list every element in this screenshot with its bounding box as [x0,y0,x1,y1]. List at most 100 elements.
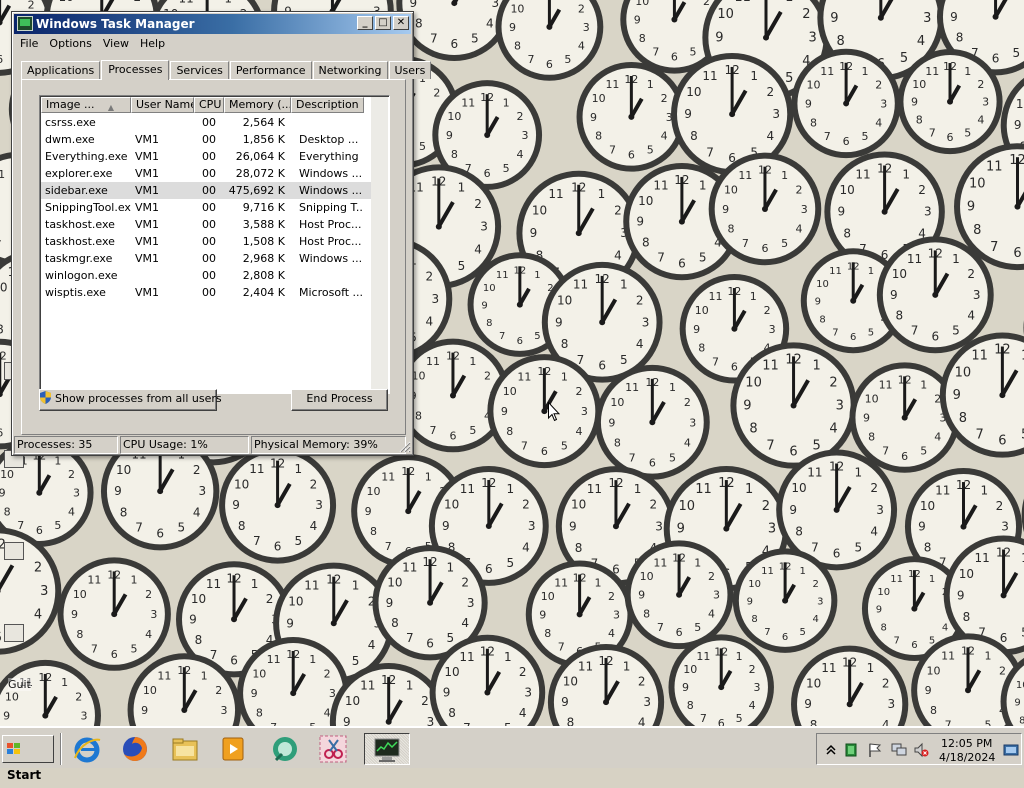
svg-text:4: 4 [812,614,818,625]
snipping-tool-icon[interactable] [316,733,350,765]
svg-text:9: 9 [693,323,700,336]
tab-networking[interactable]: Networking [313,61,388,79]
svg-text:3: 3 [199,484,207,498]
task-manager-window[interactable]: Windows Task Manager _ □ ✕ File Options … [11,11,414,456]
firefox-icon[interactable] [118,733,152,765]
tab-services[interactable]: Services [170,61,228,79]
uac-shield-icon [40,391,51,404]
task-manager-icon[interactable] [364,733,410,765]
column-header-cpu[interactable]: CPU [194,97,224,113]
internet-explorer-icon[interactable] [70,733,104,765]
svg-text:6: 6 [36,524,43,537]
column-header-user[interactable]: User Name [131,97,194,113]
clock-face: 123456789101112 [709,153,822,266]
svg-text:10: 10 [447,110,461,123]
svg-text:3: 3 [491,0,499,10]
network-icon[interactable] [891,742,907,758]
svg-text:7: 7 [527,53,534,66]
svg-text:3: 3 [1001,520,1009,534]
svg-text:5: 5 [800,627,806,638]
svg-text:1: 1 [251,577,259,591]
process-row[interactable]: Everything.exeVM10026,064 KEverything [41,148,371,165]
menu-file[interactable]: File [16,35,45,53]
start-button[interactable]: Start [2,735,54,763]
show-hidden-icons-icon[interactable] [823,742,839,758]
tab-users[interactable]: Users [389,61,432,79]
volume-muted-icon[interactable] [913,742,929,758]
svg-text:5: 5 [503,162,510,175]
svg-text:11: 11 [653,556,667,569]
media-player-icon[interactable] [216,733,250,765]
action-center-flag-icon[interactable] [867,742,883,758]
minimize-button[interactable]: _ [357,16,373,30]
process-row[interactable]: explorer.exeVM10028,072 KWindows ... [41,165,371,182]
svg-text:8: 8 [956,31,964,45]
show-all-processes-button[interactable]: Show processes from all users [39,389,217,411]
process-list[interactable]: Image ... ▲ User Name CPU Memory (... De… [39,95,390,394]
status-tray-icon[interactable] [843,742,859,758]
menu-view[interactable]: View [99,35,136,53]
desktop-shortcut-icon[interactable] [0,622,30,650]
column-header-description[interactable]: Description [291,97,364,113]
close-button[interactable]: ✕ [393,16,409,30]
menu-help[interactable]: Help [136,35,172,53]
svg-text:10: 10 [143,684,157,697]
tab-applications[interactable]: Applications [21,61,100,79]
process-cell-image: csrss.exe [41,114,131,131]
process-cell-memory: 1,508 K [224,233,291,250]
tab-performance[interactable]: Performance [230,61,312,79]
svg-text:9: 9 [71,608,78,621]
explorer-folder-icon[interactable] [168,733,202,765]
clock-date[interactable]: 4/18/2024 [939,751,995,764]
process-row[interactable]: csrss.exe002,564 K [41,114,371,131]
resize-grip-icon[interactable] [399,441,411,453]
svg-text:7: 7 [253,534,261,548]
title-bar[interactable]: Windows Task Manager _ □ ✕ [14,14,411,34]
svg-text:1: 1 [224,0,232,6]
menu-options[interactable]: Options [45,35,98,53]
desktop-shortcut-icon[interactable] [0,540,30,568]
svg-text:6: 6 [782,632,788,643]
column-header-memory[interactable]: Memory (... [224,97,291,113]
process-row[interactable]: wisptis.exeVM1002,404 KMicrosoft ... [41,284,371,301]
svg-text:3: 3 [221,704,228,717]
process-cell-description: Windows ... [291,165,364,182]
process-row[interactable]: dwm.exeVM1001,856 KDesktop ... [41,131,371,148]
svg-text:11: 11 [907,252,922,266]
svg-text:2: 2 [638,675,646,689]
process-row[interactable]: taskhost.exeVM1003,588 KHost Proc... [41,216,371,233]
svg-text:6: 6 [0,426,3,439]
svg-text:7: 7 [945,719,952,726]
svg-text:9: 9 [189,612,197,626]
svg-text:3: 3 [801,203,808,216]
desktop-icon-label[interactable]: Guit [8,678,31,691]
process-row[interactable]: sidebar.exeVM100475,692 KWindows ... [41,182,371,199]
svg-text:8: 8 [810,116,817,129]
maximize-button[interactable]: □ [375,16,391,30]
svg-text:2: 2 [324,668,331,681]
process-cell-cpu: 00 [194,233,224,250]
show-desktop-icon[interactable] [1003,742,1019,758]
end-process-button[interactable]: End Process [291,389,388,411]
svg-text:2: 2 [145,588,152,601]
svg-text:7: 7 [499,331,505,342]
process-row[interactable]: taskmgr.exeVM1002,968 KWindows ... [41,250,371,267]
svg-text:10: 10 [892,267,907,281]
svg-text:7: 7 [657,251,665,265]
svg-text:3: 3 [315,498,323,512]
svg-text:11: 11 [524,0,538,2]
svg-text:7: 7 [700,712,707,725]
vertical-scrollbar[interactable] [371,97,388,392]
svg-text:10: 10 [288,594,303,608]
process-row[interactable]: SnippingTool.exeVM1009,716 KSnipping T..… [41,199,371,216]
tab-processes[interactable]: Processes [101,60,169,80]
app-icon[interactable] [268,733,302,765]
column-header-image[interactable]: Image ... ▲ [41,97,131,113]
svg-text:9: 9 [555,315,563,329]
process-cell-user: VM1 [131,165,194,182]
process-row[interactable]: winlogon.exe002,808 K [41,267,371,284]
clock-time[interactable]: 12:05 PM [941,737,992,750]
process-row[interactable]: taskhost.exeVM1001,508 KHost Proc... [41,233,371,250]
process-cell-memory: 3,588 K [224,216,291,233]
process-cell-cpu: 00 [194,182,224,199]
